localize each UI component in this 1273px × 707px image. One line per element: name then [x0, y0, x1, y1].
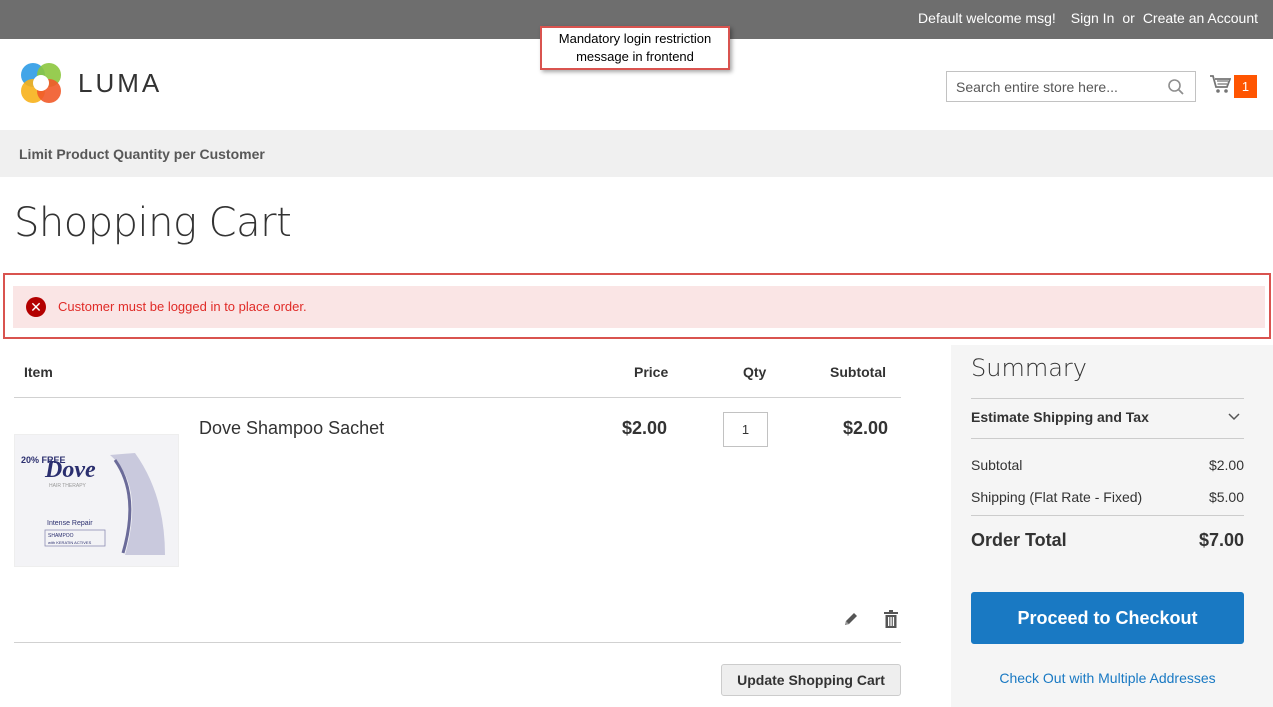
quantity-input[interactable]: 1 [723, 412, 768, 447]
product-subtotal: $2.00 [843, 418, 889, 438]
annotation-callout: Mandatory login restriction message in f… [540, 26, 730, 70]
product-image-variant: Intense Repair [47, 520, 93, 527]
column-header-price: Price [634, 364, 669, 380]
navigation-bar: Limit Product Quantity per Customer [0, 130, 1273, 177]
order-total-row: Order Total $7.00 [971, 530, 1244, 551]
logo-text: LUMA [78, 67, 163, 98]
product-image[interactable]: Dove 20% FREE HAIR THERAPY Intense Repai… [14, 434, 179, 567]
summary-title: Summary [971, 354, 1087, 382]
mini-cart[interactable]: 1 [1209, 73, 1257, 100]
luma-logo[interactable]: LUMA [18, 60, 162, 106]
edit-icon[interactable] [842, 610, 860, 628]
header-links: Default welcome msg! Sign In or Create a… [918, 10, 1258, 26]
summary-divider [971, 515, 1244, 516]
annotation-line-2: message in frontend [576, 49, 694, 64]
order-total-value: $7.00 [1198, 530, 1244, 550]
page-title: Shopping Cart [14, 200, 292, 246]
create-account-link[interactable]: Create an Account [1143, 10, 1258, 26]
search-icon[interactable] [1167, 78, 1185, 96]
cart-icon[interactable] [1209, 73, 1232, 100]
annotation-line-1: Mandatory login restriction [558, 31, 712, 46]
welcome-message: Default welcome msg! [918, 10, 1056, 26]
trash-icon[interactable] [883, 610, 899, 628]
order-summary: Summary Estimate Shipping and Tax Subtot… [951, 345, 1273, 707]
or-text: or [1122, 10, 1135, 26]
subtotal-value: $2.00 [1208, 457, 1244, 473]
search-box[interactable] [946, 71, 1196, 102]
cart-count-badge: 1 [1234, 75, 1257, 98]
chevron-down-icon[interactable] [1227, 409, 1241, 423]
update-cart-button[interactable]: Update Shopping Cart [721, 664, 901, 696]
shipping-label: Shipping (Flat Rate - Fixed) [971, 489, 1143, 505]
shipping-value: $5.00 [1208, 489, 1244, 505]
subtotal-label: Subtotal [971, 457, 1023, 473]
nav-item-limit-product-quantity[interactable]: Limit Product Quantity per Customer [19, 146, 265, 162]
column-header-qty: Qty [743, 364, 767, 380]
sign-in-link[interactable]: Sign In [1071, 10, 1115, 26]
product-name-link[interactable]: Dove Shampoo Sachet [199, 418, 384, 439]
column-header-subtotal: Subtotal [830, 364, 886, 380]
summary-divider [971, 438, 1244, 439]
error-icon: ✕ [26, 297, 46, 317]
luma-logo-icon [18, 60, 64, 106]
table-bottom-divider [14, 642, 901, 643]
error-message-text: Customer must be logged in to place orde… [58, 299, 307, 314]
proceed-to-checkout-button[interactable]: Proceed to Checkout [971, 592, 1244, 644]
product-image-tagline: HAIR THERAPY [49, 483, 87, 489]
summary-divider [971, 398, 1244, 399]
order-total-label: Order Total [971, 530, 1067, 550]
product-image-actives: with KERATIN ACTIVES [48, 540, 92, 545]
product-price: $2.00 [622, 418, 668, 438]
product-image-badge: 20% FREE [21, 455, 66, 465]
summary-subtotal-row: Subtotal $2.00 [971, 457, 1244, 473]
error-message: ✕ Customer must be logged in to place or… [13, 286, 1265, 328]
summary-shipping-row: Shipping (Flat Rate - Fixed) $5.00 [971, 489, 1244, 505]
table-divider [14, 397, 901, 398]
estimate-shipping-toggle[interactable]: Estimate Shipping and Tax [971, 409, 1149, 425]
product-image-product: SHAMPOO [48, 533, 74, 539]
column-header-item: Item [24, 364, 53, 380]
search-input[interactable] [947, 72, 1157, 101]
multiple-addresses-link[interactable]: Check Out with Multiple Addresses [951, 670, 1264, 686]
